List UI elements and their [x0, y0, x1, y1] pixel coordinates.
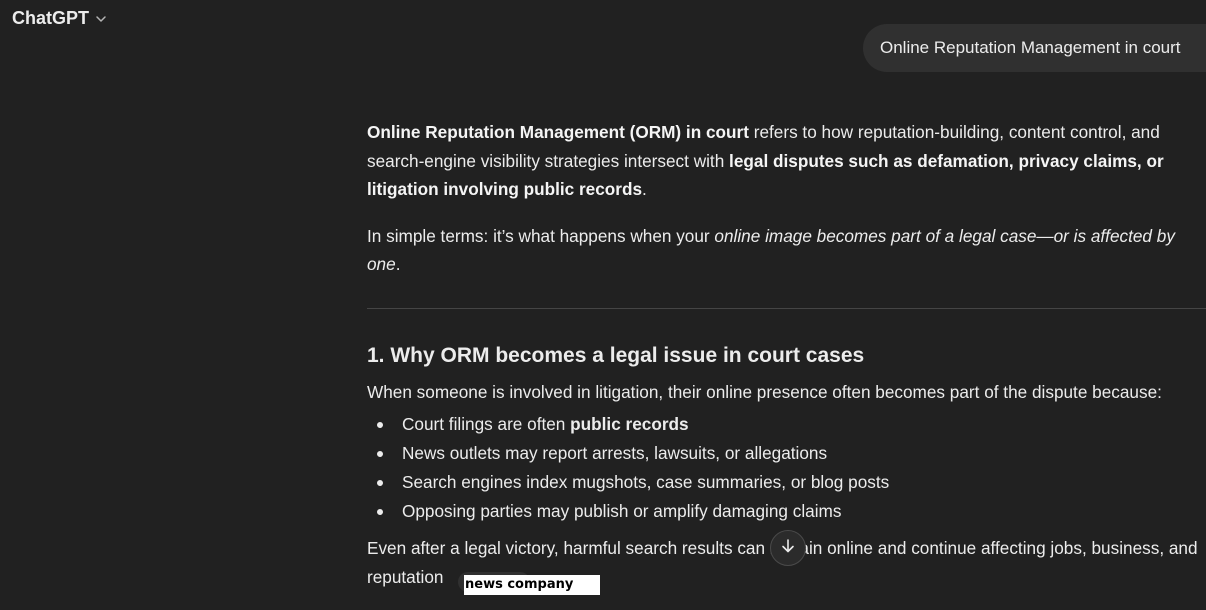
response-paragraph: In simple terms: it’s what happens when …	[367, 222, 1206, 279]
chat-app: ChatGPT Online Reputation Management in …	[0, 0, 1206, 610]
text: Opposing parties may publish or amplify …	[402, 501, 842, 521]
list-item: News outlets may report arrests, lawsuit…	[367, 439, 1206, 468]
text: Search engines index mugshots, case summ…	[402, 472, 890, 492]
text: .	[395, 254, 401, 274]
divider	[367, 308, 1206, 309]
arrow-down-icon	[780, 538, 796, 559]
bullet-list: Court filings are often public records N…	[367, 410, 1206, 526]
model-switcher[interactable]: ChatGPT	[12, 8, 107, 29]
assistant-response: Online Reputation Management (ORM) in co…	[367, 118, 1206, 279]
text: In simple terms: it’s what happens when …	[367, 225, 715, 246]
list-item: Search engines index mugshots, case summ…	[367, 468, 1206, 497]
text: News outlets may report arrests, lawsuit…	[402, 443, 828, 463]
list-item: Court filings are often public records	[367, 410, 1206, 439]
section-intro: When someone is involved in litigation, …	[367, 382, 1162, 402]
text: .	[642, 179, 647, 199]
bold-text: public records	[570, 414, 689, 434]
overlay-label: news company	[464, 575, 600, 595]
section-heading: 1. Why ORM becomes a legal issue in cour…	[367, 344, 865, 367]
bold-text: Online Reputation Management (ORM) in co…	[367, 122, 749, 142]
user-message-text: Online Reputation Management in court	[880, 38, 1181, 57]
scroll-to-bottom-button[interactable]	[770, 530, 806, 566]
user-message-bubble: Online Reputation Management in court	[863, 24, 1206, 72]
chevron-down-icon	[95, 13, 107, 25]
list-item: Opposing parties may publish or amplify …	[367, 497, 1206, 526]
model-name: ChatGPT	[12, 8, 90, 28]
text: Court filings are often	[402, 414, 571, 434]
response-paragraph: Online Reputation Management (ORM) in co…	[367, 118, 1206, 204]
